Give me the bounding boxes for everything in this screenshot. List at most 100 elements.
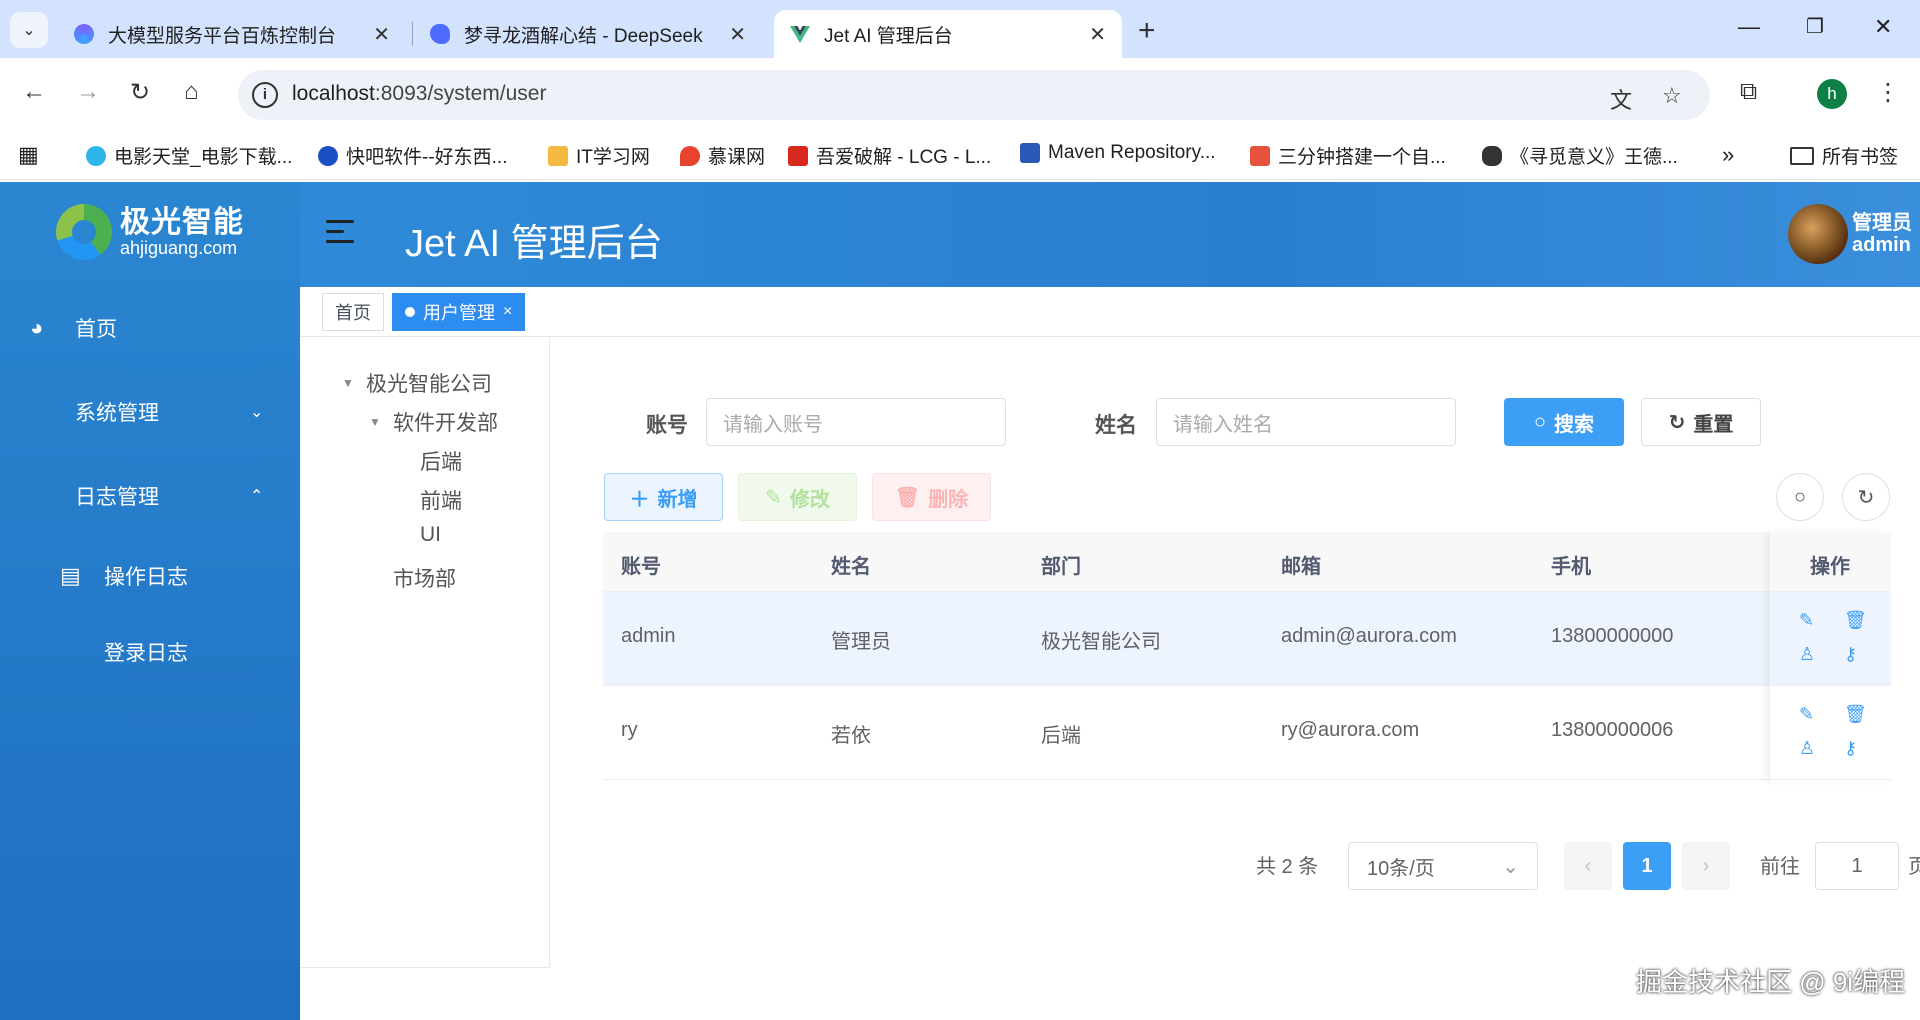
logo-domain: ahjiguang.com	[120, 238, 238, 258]
next-page-button[interactable]: ›	[1682, 842, 1730, 890]
home-icon[interactable]: ⌂	[184, 78, 199, 106]
delete-button[interactable]: 🗑 删除	[872, 473, 991, 521]
sidebar-item-loginlog[interactable]: 登录日志	[0, 622, 300, 682]
bookmark-item[interactable]: 电影天堂_电影下载...	[86, 142, 292, 169]
translate-icon[interactable]: ⽂	[1610, 83, 1632, 115]
tag-label: 用户管理	[423, 303, 495, 323]
close-window-icon[interactable]: ✕	[1874, 14, 1892, 40]
close-tab-icon[interactable]: ✕	[373, 22, 390, 47]
tags-view: 首页 用户管理 ×	[300, 287, 1920, 337]
extensions-icon[interactable]: ⧉	[1740, 78, 1757, 106]
bookmark-favicon-icon	[548, 145, 568, 166]
browser-tab-strip: ⌄ 大模型服务平台百炼控制台 ✕ 梦寻龙酒解心结 - DeepSeek ✕ Je…	[0, 0, 1920, 58]
table-row[interactable]: admin 管理员 极光智能公司 admin@aurora.com 138000…	[603, 592, 1890, 686]
bookmark-item[interactable]: IT学习网	[548, 142, 650, 169]
edit-button[interactable]: ✎ 修改	[738, 473, 857, 521]
url-text[interactable]: localhost:8093/system/user	[292, 82, 546, 106]
vue-logo-icon	[790, 24, 810, 44]
bookmark-item[interactable]: 吾爱破解 - LCG - L...	[788, 142, 991, 169]
edit-icon[interactable]: ✎	[1799, 610, 1814, 631]
add-button[interactable]: ＋新增	[604, 473, 723, 521]
bookmark-item[interactable]: 快吧软件--好东西...	[318, 142, 508, 169]
browser-tab-jetai[interactable]: Jet AI 管理后台 ✕	[774, 10, 1122, 58]
apps-grid-icon[interactable]: ▦	[18, 142, 39, 168]
user-role-icon[interactable]: ♙	[1799, 644, 1815, 665]
bookmark-item[interactable]: 《寻觅意义》王德...	[1482, 142, 1678, 169]
all-bookmarks-button[interactable]: 所有书签	[1790, 142, 1898, 169]
menu-kebab-icon[interactable]: ⋮	[1876, 78, 1900, 107]
sidebar-item-label: 日志管理	[75, 486, 159, 509]
bookmark-favicon-icon	[680, 145, 700, 166]
tab-search-dropdown[interactable]: ⌄	[10, 12, 48, 48]
browser-tab-deepseek[interactable]: 梦寻龙酒解心结 - DeepSeek ✕	[414, 10, 762, 58]
tag-home[interactable]: 首页	[322, 293, 384, 331]
sidebar-item-oplog[interactable]: ▤ 操作日志	[0, 546, 300, 606]
bookmark-item[interactable]: 三分钟搭建一个自...	[1250, 142, 1446, 169]
profile-avatar[interactable]: h	[1817, 79, 1847, 109]
bookmark-favicon-icon	[788, 145, 808, 166]
more-bookmarks-icon[interactable]: »	[1722, 142, 1734, 168]
address-bar[interactable]: i localhost:8093/system/user ⽂ ☆	[238, 70, 1710, 120]
restore-icon[interactable]: ❐	[1806, 14, 1824, 39]
page-number-current[interactable]: 1	[1623, 842, 1671, 890]
op-header-cell: 操作	[1770, 532, 1891, 592]
sidebar-item-home[interactable]: ◕ 首页	[0, 298, 300, 358]
reset-button[interactable]: ↻ 重置	[1641, 398, 1761, 446]
tree-node-backend[interactable]: 后端	[420, 446, 462, 476]
tree-node-root[interactable]: ▼ 极光智能公司	[342, 368, 492, 398]
hamburger-menu-icon[interactable]	[326, 220, 356, 246]
key-icon[interactable]: ⚷	[1844, 644, 1857, 665]
app-logo[interactable]: 极光智能 ahjiguang.com	[56, 204, 244, 260]
tree-node-dept[interactable]: ▼ 软件开发部	[369, 407, 498, 437]
page-suffix: 页	[1908, 855, 1920, 878]
caret-down-icon[interactable]: ▼	[342, 376, 354, 390]
caret-down-icon[interactable]: ▼	[369, 415, 381, 429]
tree-node-ui[interactable]: UI	[420, 523, 441, 547]
new-tab-icon[interactable]: +	[1138, 14, 1156, 48]
site-info-icon[interactable]: i	[252, 82, 278, 108]
table-row[interactable]: ry 若依 后端 ry@aurora.com 13800000006	[603, 686, 1890, 780]
trash-icon: 🗑	[894, 486, 921, 509]
column-header: 邮箱	[1281, 556, 1321, 578]
close-tab-icon[interactable]: ✕	[1089, 22, 1106, 47]
user-info[interactable]: 管理员 admin	[1852, 212, 1912, 256]
bookmark-star-icon[interactable]: ☆	[1662, 83, 1682, 109]
toggle-search-button[interactable]: ○	[1776, 473, 1824, 521]
prev-page-button[interactable]: ‹	[1564, 842, 1612, 890]
user-role-icon[interactable]: ♙	[1799, 738, 1815, 759]
trash-icon[interactable]: 🗑	[1844, 610, 1867, 631]
chevron-down-icon: ⌄	[250, 404, 264, 421]
sidebar-item-system[interactable]: 系统管理 ⌄	[0, 382, 300, 442]
close-tab-icon[interactable]: ✕	[729, 22, 746, 47]
close-tag-icon[interactable]: ×	[503, 303, 512, 321]
key-icon[interactable]: ⚷	[1844, 738, 1857, 759]
bookmark-favicon-icon	[1020, 143, 1040, 163]
edit-icon[interactable]: ✎	[1799, 704, 1814, 725]
page-size-select[interactable]: 10条/页 ⌄	[1348, 842, 1538, 890]
cell-email: ry@aurora.com	[1281, 719, 1420, 741]
forward-icon[interactable]: →	[76, 78, 100, 106]
tree-node-frontend[interactable]: 前端	[420, 485, 462, 515]
back-icon[interactable]: ←	[22, 78, 46, 106]
user-avatar[interactable]	[1788, 204, 1848, 264]
trash-icon[interactable]: 🗑	[1844, 704, 1867, 725]
minimize-icon[interactable]: —	[1738, 14, 1760, 40]
aurora-logo-icon	[56, 204, 112, 260]
reload-icon[interactable]: ↻	[130, 78, 150, 107]
browser-tab-bailian[interactable]: 大模型服务平台百炼控制台 ✕	[58, 10, 406, 58]
sidebar-item-logs[interactable]: 日志管理 ⌃	[0, 466, 300, 526]
cell-name: 若依	[831, 725, 871, 747]
search-button[interactable]: ○ 搜索	[1504, 398, 1624, 446]
goto-page-input[interactable]: 1	[1815, 842, 1899, 890]
account-search-input[interactable]: 请输入账号	[706, 398, 1006, 446]
refresh-table-button[interactable]: ↻	[1842, 473, 1890, 521]
tree-node-market[interactable]: 市场部	[393, 563, 456, 593]
cell-account: ry	[621, 719, 638, 741]
bookmark-item[interactable]: Maven Repository...	[1020, 142, 1216, 164]
column-header: 账号	[621, 556, 661, 578]
name-search-input[interactable]: 请输入姓名	[1156, 398, 1456, 446]
tag-user-management[interactable]: 用户管理 ×	[392, 293, 526, 331]
bookmark-item[interactable]: 慕课网	[680, 142, 765, 169]
bookmarks-bar: ▦ 电影天堂_电影下载... 快吧软件--好东西... IT学习网 慕课网 吾爱…	[0, 130, 1920, 180]
bailian-favicon-icon	[74, 24, 94, 44]
